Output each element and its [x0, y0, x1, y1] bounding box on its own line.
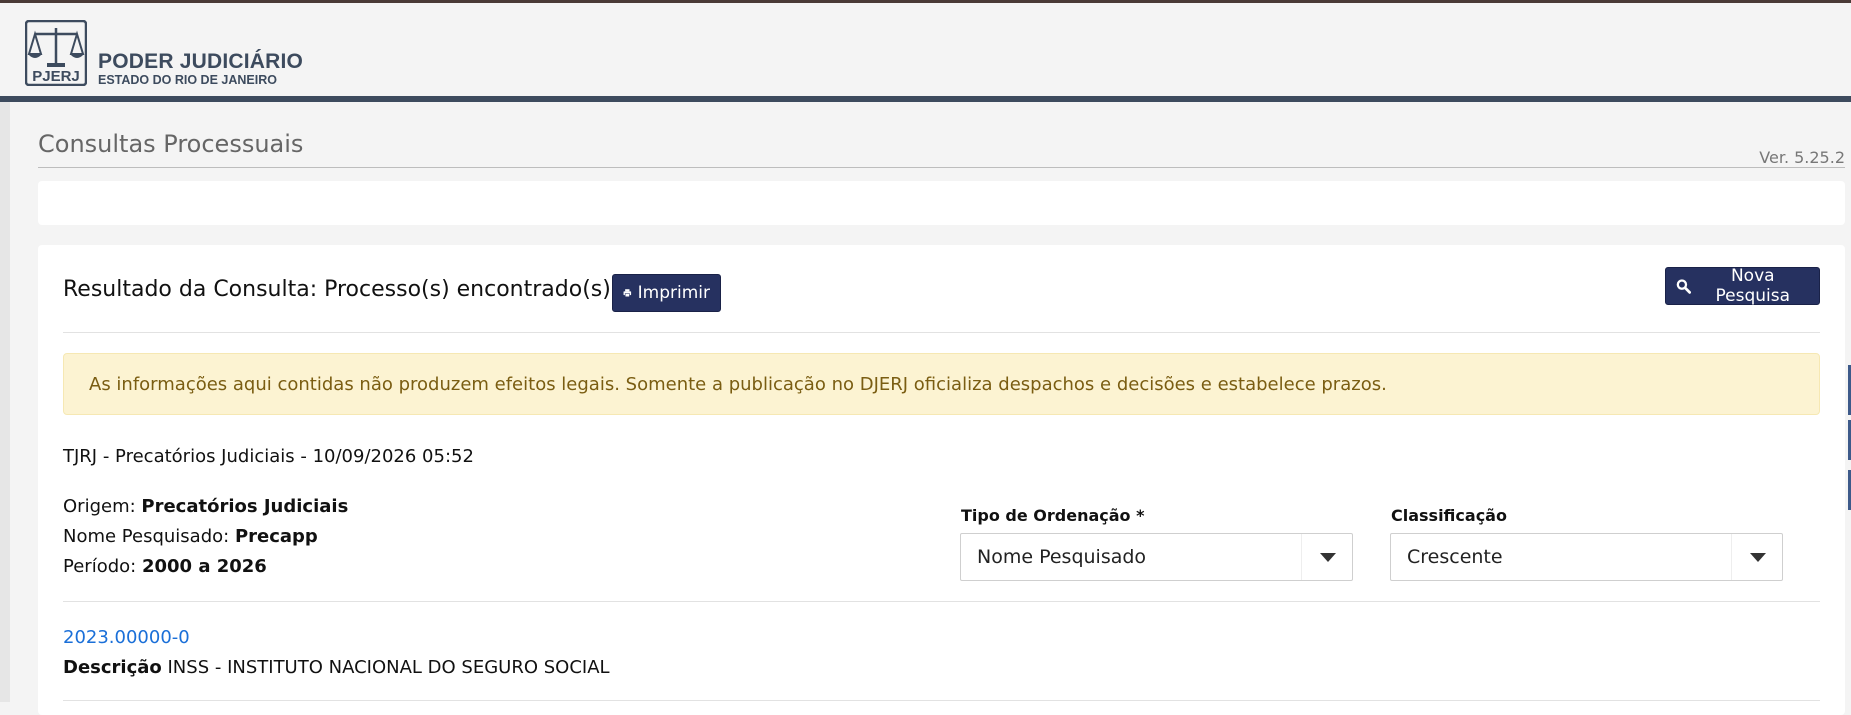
- ordenacao-label: Tipo de Ordenação *: [961, 506, 1145, 525]
- origem-line: Origem: Precatórios Judiciais: [63, 496, 349, 517]
- description-value: INSS - INSTITUTO NACIONAL DO SEGURO SOCI…: [167, 657, 610, 678]
- print-button[interactable]: Imprimir: [612, 274, 721, 312]
- print-label: Imprimir: [637, 283, 710, 303]
- header-title: PODER JUDICIÁRIO: [98, 50, 304, 73]
- process-divider: [63, 700, 1820, 701]
- ordenacao-value: Nome Pesquisado: [977, 546, 1147, 568]
- site-header: PJERJ PODER JUDICIÁRIO ESTADO DO RIO DE …: [0, 3, 1851, 96]
- search-icon: [1676, 279, 1691, 294]
- svg-text:PJERJ: PJERJ: [32, 68, 80, 85]
- chevron-down-icon: [1301, 534, 1352, 580]
- results-header-divider: [63, 332, 1820, 333]
- periodo-value: 2000 a 2026: [141, 556, 267, 577]
- chevron-down-icon: [1731, 534, 1782, 580]
- description-label: Descrição: [63, 657, 162, 678]
- left-sidebar-strip: [0, 102, 10, 702]
- results-card: [38, 245, 1845, 715]
- nome-value: Precapp: [234, 526, 318, 547]
- new-search-button[interactable]: Nova Pesquisa: [1665, 266, 1820, 306]
- results-title: Resultado da Consulta: Processo(s) encon…: [63, 277, 611, 302]
- classificacao-label: Classificação: [1391, 506, 1507, 525]
- legal-notice-alert: As informações aqui contidas não produze…: [63, 353, 1820, 415]
- process-number-link[interactable]: 2023.00000-0: [63, 627, 190, 648]
- nome-line: Nome Pesquisado: Precapp: [63, 526, 318, 547]
- new-search-label: Nova Pesquisa: [1715, 266, 1791, 306]
- filters-divider: [63, 601, 1820, 602]
- origem-value: Precatórios Judiciais: [141, 496, 349, 517]
- version-label: Ver. 5.25.2: [1759, 148, 1845, 167]
- title-divider: [38, 167, 1845, 168]
- header-subtitle: ESTADO DO RIO DE JANEIRO: [98, 73, 277, 87]
- process-description: Descrição INSS - INSTITUTO NACIONAL DO S…: [63, 657, 610, 678]
- page-title: Consultas Processuais: [38, 130, 304, 158]
- printer-icon: [623, 289, 632, 298]
- pjerj-logo: PJERJ: [25, 20, 87, 86]
- periodo-line: Período: 2000 a 2026: [63, 556, 267, 577]
- classificacao-select[interactable]: Crescente: [1390, 533, 1783, 581]
- header-divider: [0, 96, 1851, 102]
- search-form-card: [38, 181, 1845, 225]
- classificacao-value: Crescente: [1407, 546, 1503, 568]
- query-source: TJRJ - Precatórios Judiciais - 10/09/202…: [63, 446, 474, 467]
- alert-text: As informações aqui contidas não produze…: [89, 373, 1387, 395]
- ordenacao-select[interactable]: Nome Pesquisado: [960, 533, 1353, 581]
